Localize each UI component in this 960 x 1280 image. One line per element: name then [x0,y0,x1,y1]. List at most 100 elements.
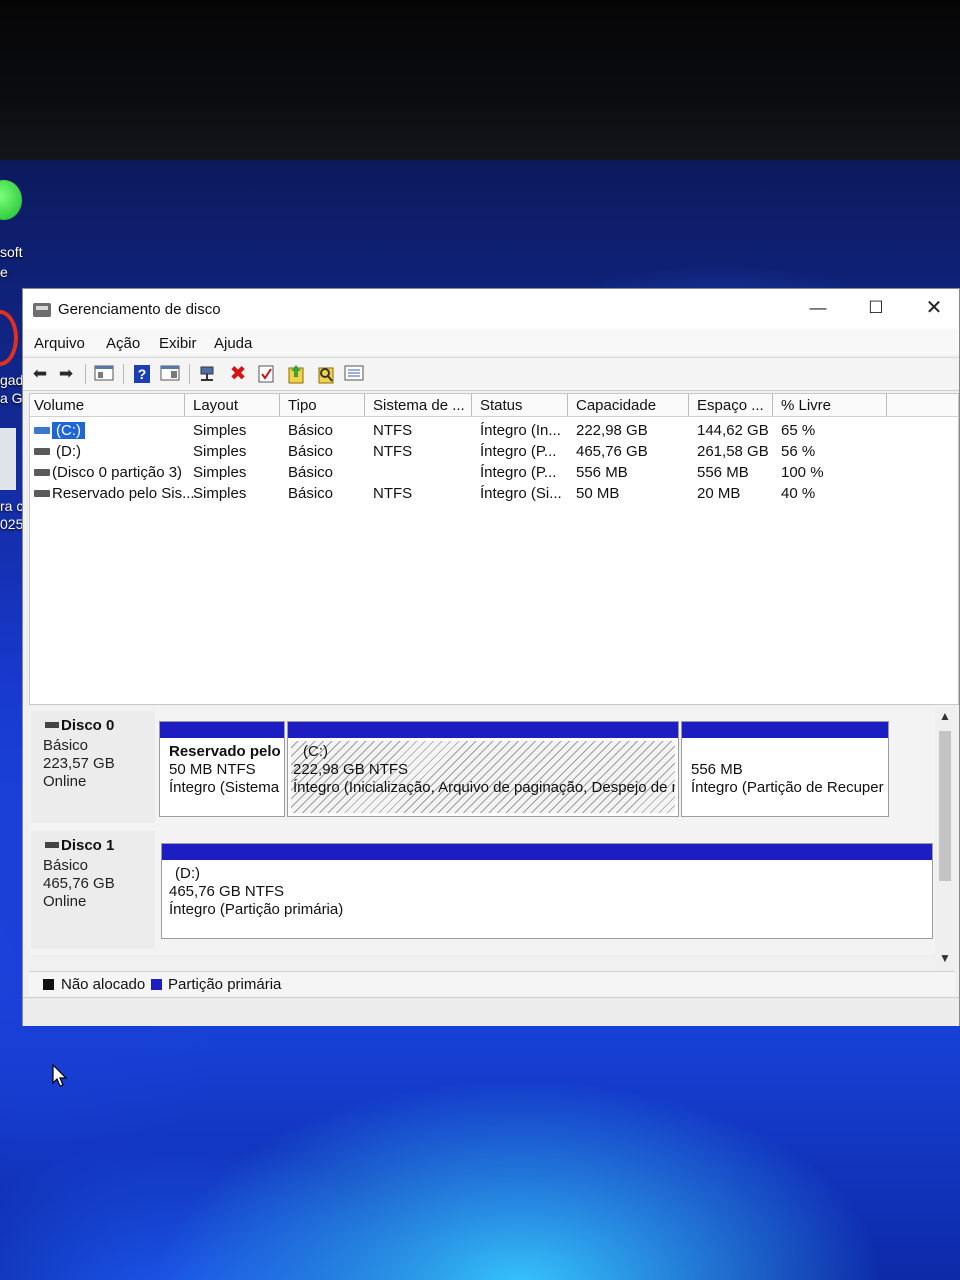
column-resize-handle[interactable] [279,394,280,416]
volume-tipo: Básico [288,443,334,460]
volume-icon [34,490,50,497]
volume-tipo: Básico [288,422,334,439]
desktop-file-icon[interactable] [0,428,16,490]
scroll-thumb[interactable] [939,731,951,881]
volume-status: Íntegro (In... [480,422,561,439]
volume-capacity: 465,76 GB [576,443,648,460]
volume-filesystem: NTFS [373,443,413,460]
volume-list-header: Volume Layout Tipo Sistema de ... Status… [30,394,958,417]
volume-row-d[interactable]: (D:) Simples Básico NTFS Íntegro (P... 4… [30,441,958,462]
column-resize-handle[interactable] [471,394,472,416]
disk-name: Disco 0 [61,717,115,734]
partition-size: 222,98 GB NTFS [293,761,409,778]
column-resize-handle[interactable] [567,394,568,416]
volume-free-percent: 65 % [781,422,816,439]
menu-acao[interactable]: Ação [106,335,140,352]
volume-capacity: 556 MB [576,464,628,481]
volume-filesystem: NTFS [373,422,413,439]
column-header-sistema[interactable]: Sistema de ... [373,397,465,414]
partition-recovery[interactable]: 556 MB Íntegro (Partição de Recuper [681,721,889,817]
volume-tipo: Básico [288,464,334,481]
disk-management-icon [33,303,51,317]
volume-tipo: Básico [288,485,334,502]
delete-icon[interactable]: ✖ [227,364,249,384]
up-arrow-icon[interactable] [285,364,307,384]
maximize-button[interactable]: ☐ [853,293,899,323]
unallocated-swatch [43,979,54,990]
column-header-layout[interactable]: Layout [193,397,238,414]
partition-bar [682,722,888,738]
toolbar-separator [85,364,86,384]
column-resize-handle[interactable] [886,394,887,416]
back-arrow-icon[interactable]: ⬅ [29,364,51,384]
disk-1-label[interactable]: Disco 1 Básico 465,76 GB Online [31,831,155,949]
disk-icon [45,842,59,848]
forward-arrow-icon[interactable]: ➡ [55,364,77,384]
scroll-down-icon[interactable]: ▼ [939,951,951,965]
disk-type: Básico [43,737,89,754]
connect-icon[interactable] [197,364,219,384]
menu-exibir[interactable]: Exibir [159,335,197,352]
volume-filesystem: NTFS [373,485,413,502]
volume-row-c[interactable]: (C:) Simples Básico NTFS Íntegro (In... … [30,420,958,441]
check-icon[interactable] [255,364,277,384]
toolbar: ⬅ ➡ ? ✖ [23,357,959,391]
legend-unallocated: Não alocado [61,976,146,993]
volume-row-reserved[interactable]: Reservado pelo Sis... Simples Básico NTF… [30,483,958,504]
properties-icon[interactable] [159,364,181,384]
column-resize-handle[interactable] [364,394,365,416]
menu-ajuda[interactable]: Ajuda [214,335,252,352]
partition-reserved[interactable]: Reservado pelo 50 MB NTFS Íntegro (Siste… [159,721,285,817]
volume-row-disk0-part3[interactable]: (Disco 0 partição 3) Simples Básico Ínte… [30,462,958,483]
menu-arquivo[interactable]: Arquivo [34,335,85,352]
desktop-icon-label: ra c [0,498,24,514]
volume-free-space: 20 MB [697,485,741,502]
column-header-volume[interactable]: Volume [34,397,84,414]
column-header-capacidade[interactable]: Capacidade [576,397,656,414]
column-header-espaco[interactable]: Espaço ... [697,397,764,414]
volume-free-percent: 100 % [781,464,824,481]
partition-size: 50 MB NTFS [169,761,256,778]
window-title: Gerenciamento de disco [58,301,221,318]
column-resize-handle[interactable] [772,394,773,416]
partition-label: (C:) [303,743,328,760]
volume-layout: Simples [193,464,247,481]
search-disk-icon[interactable] [315,364,337,384]
close-button[interactable]: ✕ [911,293,957,323]
disk-map: Disco 0 Básico 223,57 GB Online Reservad… [29,707,941,955]
primary-swatch [151,979,162,990]
scroll-up-icon[interactable]: ▲ [939,709,951,723]
partition-status: Íntegro (Inicialização, Arquivo de pagin… [293,779,675,796]
disk-type: Básico [43,857,89,874]
disk-management-window: Gerenciamento de disco — ☐ ✕ Arquivo Açã… [22,288,960,1026]
volume-layout: Simples [193,443,247,460]
disk-name: Disco 1 [61,837,115,854]
volume-name: (C:) [52,422,85,439]
console-tree-icon[interactable] [93,364,115,384]
help-icon[interactable]: ? [131,364,153,384]
partition-label: (D:) [175,865,200,882]
volume-free-percent: 56 % [781,443,816,460]
minimize-button[interactable]: — [795,293,841,323]
column-header-status[interactable]: Status [480,397,523,414]
title-bar[interactable]: Gerenciamento de disco — ☐ ✕ [23,289,959,329]
disk-0-label[interactable]: Disco 0 Básico 223,57 GB Online [31,711,155,823]
volume-name: (Disco 0 partição 3) [52,464,183,481]
desktop-icon-label: soft [0,244,23,260]
column-resize-handle[interactable] [184,394,185,416]
volume-icon [34,469,50,476]
partition-status: Íntegro (Partição de Recuper [691,779,884,796]
disk-map-scrollbar[interactable]: ▲ ▼ [935,707,955,971]
column-resize-handle[interactable] [688,394,689,416]
partition-c[interactable]: (C:) 222,98 GB NTFS Íntegro (Inicializaç… [287,721,679,817]
partition-d[interactable]: (D:) 465,76 GB NTFS Íntegro (Partição pr… [161,843,933,939]
volume-capacity: 222,98 GB [576,422,648,439]
column-header-livre[interactable]: % Livre [781,397,831,414]
column-header-tipo[interactable]: Tipo [288,397,317,414]
volume-status: Íntegro (Si... [480,485,562,502]
volume-layout: Simples [193,485,247,502]
toolbar-separator [123,364,124,384]
list-view-icon[interactable] [343,364,365,384]
partition-size: 556 MB [691,761,743,778]
volume-name: (D:) [56,443,81,460]
